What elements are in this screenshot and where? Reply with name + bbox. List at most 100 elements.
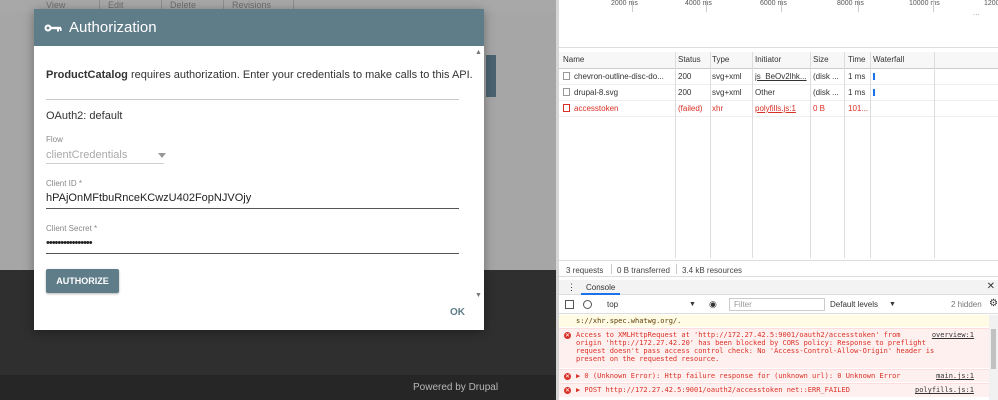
- request-initiator[interactable]: polyfills.js:1: [755, 104, 809, 113]
- console-warning: s://xhr.spec.whatwg.org/.: [559, 315, 998, 327]
- console-message-text[interactable]: s://xhr.spec.whatwg.org/.: [576, 317, 681, 325]
- timeline-gridline: [858, 0, 859, 12]
- request-time: 1 ms: [848, 72, 866, 81]
- flow-select[interactable]: clientCredentials: [46, 149, 127, 161]
- client-secret-label: Client Secret *: [46, 224, 98, 233]
- column-size[interactable]: Size: [813, 55, 843, 64]
- column-divider[interactable]: [870, 52, 871, 258]
- column-initiator[interactable]: Initiator: [755, 55, 809, 64]
- filter-input[interactable]: Filter: [729, 298, 825, 311]
- column-time[interactable]: Time: [848, 55, 870, 64]
- chevron-down-icon[interactable]: ▼: [889, 301, 896, 308]
- eye-icon[interactable]: ◉: [709, 299, 717, 310]
- column-divider[interactable]: [934, 52, 935, 258]
- waterfall-bar: [873, 73, 875, 80]
- close-icon[interactable]: ✕: [987, 281, 995, 292]
- more-menu-icon[interactable]: ⋮: [567, 282, 576, 293]
- console-message-text[interactable]: ▶ 0 (Unknown Error): Http failure respon…: [576, 372, 901, 380]
- request-type: svg+xml: [712, 88, 742, 97]
- timeline-tick: 2000 ms: [611, 0, 638, 7]
- auth-description: ProductCatalog requires authorization. E…: [46, 69, 473, 81]
- console-scrollbar[interactable]: [989, 315, 998, 400]
- column-divider[interactable]: [675, 52, 676, 258]
- timeline-gridline: [632, 0, 633, 12]
- auth-description-text: requires authorization. Enter your crede…: [127, 69, 473, 81]
- console-message-text[interactable]: ▶ POST http://172.27.42.5:9001/oauth2/ac…: [576, 386, 850, 394]
- error-icon: ✕: [564, 332, 571, 339]
- network-row[interactable]: drupal-8.svg 200 svg+xml Other (disk ...…: [559, 85, 998, 101]
- dialog-scrollbar[interactable]: ▲ ▼: [475, 49, 482, 299]
- authorize-button[interactable]: AUTHORIZE: [46, 269, 119, 293]
- network-summary: 3 requests 0 B transferred 3.4 kB resour…: [559, 260, 998, 277]
- client-secret-underline: [46, 253, 459, 254]
- request-name: drupal-8.svg: [574, 88, 619, 97]
- source-link[interactable]: polyfills.js:1: [915, 386, 974, 394]
- network-row[interactable]: chevron-outline-disc-do... 200 svg+xml j…: [559, 69, 998, 85]
- network-row-failed[interactable]: accesstoken (failed) xhr polyfills.js:1 …: [559, 101, 998, 117]
- console-error: ✕ Access to XMLHttpRequest at 'http://17…: [559, 328, 998, 368]
- source-link[interactable]: main.js:1: [936, 372, 974, 380]
- network-table-header: Name Status Type Initiator Size Time Wat…: [559, 52, 998, 69]
- request-type: svg+xml: [712, 72, 742, 81]
- request-count: 3 requests: [566, 266, 604, 275]
- client-id-input[interactable]: hPAjOnMFtbuRnceKCwzU402FopNJVOjy: [46, 192, 251, 204]
- column-divider[interactable]: [810, 52, 811, 258]
- timeline-more: ...: [973, 8, 980, 17]
- column-divider[interactable]: [752, 52, 753, 258]
- timeline-tick: 10000 ms: [909, 0, 940, 7]
- flow-label: Flow: [46, 135, 63, 144]
- tab-console[interactable]: Console: [581, 280, 621, 295]
- request-name-cell: drupal-8.svg: [563, 88, 675, 97]
- request-status: 200: [678, 72, 692, 81]
- column-divider[interactable]: [844, 52, 845, 258]
- column-waterfall[interactable]: Waterfall: [873, 55, 993, 64]
- console-message-text: present on the requested resource.: [576, 355, 720, 363]
- scrollbar-thumb[interactable]: [991, 329, 996, 369]
- network-timeline[interactable]: 2000 ms 4000 ms 6000 ms 8000 ms 10000 ms…: [559, 0, 998, 48]
- client-id-label: Client ID *: [46, 179, 83, 188]
- dialog-body: ProductCatalog requires authorization. E…: [46, 46, 474, 294]
- scroll-down-icon[interactable]: ▼: [475, 292, 482, 299]
- request-time: 101...: [848, 104, 869, 113]
- key-icon: [44, 24, 62, 31]
- chevron-down-icon[interactable]: ▼: [689, 301, 696, 308]
- request-time: 1 ms: [848, 88, 866, 97]
- column-type[interactable]: Type: [712, 55, 752, 64]
- column-divider[interactable]: [710, 52, 711, 258]
- scroll-up-icon[interactable]: ▲: [475, 49, 482, 56]
- timeline-gridline: [933, 0, 934, 12]
- clear-console-icon[interactable]: [583, 300, 592, 309]
- log-levels-select[interactable]: Default levels: [830, 300, 878, 309]
- request-type: xhr: [712, 104, 724, 113]
- page-banner-edge: [486, 55, 496, 97]
- request-name: accesstoken: [574, 104, 619, 113]
- ok-button[interactable]: OK: [450, 307, 465, 318]
- timeline-tick: 8000 ms: [837, 0, 864, 7]
- file-icon: [563, 88, 570, 96]
- request-name-cell: accesstoken: [563, 104, 675, 113]
- error-icon: ✕: [564, 373, 571, 380]
- gear-icon[interactable]: ⚙: [989, 298, 998, 309]
- request-status: (failed): [678, 104, 703, 113]
- dialog-header: Authorization: [34, 9, 484, 46]
- sidebar-toggle-icon[interactable]: [565, 300, 574, 309]
- column-status[interactable]: Status: [678, 55, 710, 64]
- timeline-gridline: [781, 0, 782, 12]
- request-name: chevron-outline-disc-do...: [574, 72, 664, 81]
- request-size: 0 B: [813, 104, 826, 113]
- timeline-tick: 4000 ms: [685, 0, 712, 7]
- request-initiator[interactable]: js_BeOv2lhk...: [755, 72, 809, 81]
- timeline-tick: 6000 ms: [760, 0, 787, 7]
- transferred-size: 0 B transferred: [617, 266, 670, 275]
- powered-by-text[interactable]: Powered by Drupal: [413, 382, 498, 393]
- context-select[interactable]: top: [607, 300, 618, 309]
- source-link[interactable]: overview:1: [932, 331, 974, 339]
- column-name[interactable]: Name: [563, 55, 675, 64]
- client-id-underline: [46, 208, 459, 209]
- request-initiator: Other: [755, 88, 776, 97]
- waterfall-bar: [873, 89, 875, 96]
- request-name-cell: chevron-outline-disc-do...: [563, 72, 675, 81]
- chevron-down-icon[interactable]: [158, 153, 166, 158]
- client-secret-input[interactable]: ••••••••••••••••: [46, 237, 93, 249]
- dialog-title: Authorization: [69, 19, 157, 36]
